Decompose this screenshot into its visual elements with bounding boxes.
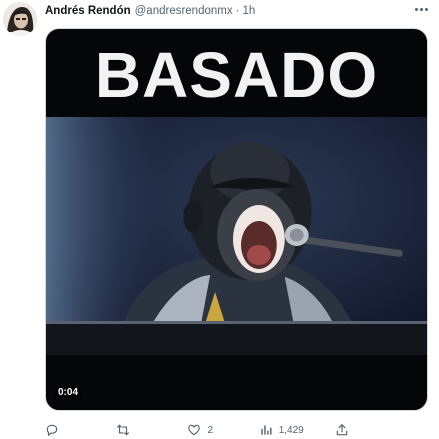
share-icon — [336, 424, 348, 436]
retweet-icon — [117, 424, 130, 436]
reply-icon — [46, 424, 58, 436]
more-icon[interactable] — [411, 2, 431, 16]
views-button[interactable]: 1,429 — [259, 422, 304, 438]
author-handle[interactable]: @andresrendonmx — [135, 3, 233, 19]
video-frame — [46, 117, 427, 355]
like-button[interactable]: 2 — [187, 422, 227, 438]
views-icon — [261, 425, 272, 435]
video-player[interactable]: BASADO 0:04 — [45, 28, 428, 411]
avatar[interactable] — [3, 2, 37, 36]
video-caption-text: BASADO — [94, 39, 379, 111]
retweet-button[interactable] — [116, 422, 156, 438]
author-name[interactable]: Andrés Rendón — [45, 3, 131, 19]
tweet[interactable]: Andrés Rendón @andresrendonmx · 1h BASAD… — [0, 0, 439, 439]
tweet-actions: 2 1,429 — [45, 422, 375, 438]
video-duration-badge: 0:04 — [54, 385, 83, 400]
like-count: 2 — [207, 424, 214, 436]
timestamp[interactable]: 1h — [242, 3, 255, 19]
reply-button[interactable] — [45, 422, 85, 438]
share-button[interactable] — [335, 422, 375, 438]
separator-dot: · — [235, 5, 240, 17]
views-count: 1,429 — [278, 424, 304, 436]
tweet-header: Andrés Rendón @andresrendonmx · 1h — [45, 3, 255, 19]
heart-icon — [188, 424, 201, 436]
